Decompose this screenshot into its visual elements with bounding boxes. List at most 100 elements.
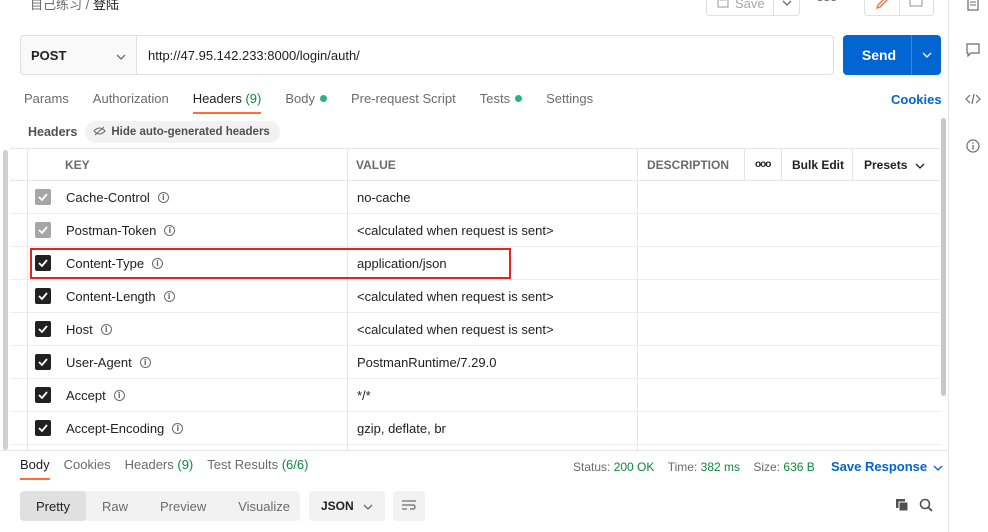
table-header: KEY VALUE DESCRIPTION ooo Bulk Edit Pres… — [10, 148, 940, 181]
format-raw[interactable]: Raw — [86, 491, 144, 521]
header-key-cell[interactable]: Accept-Encoding i — [66, 412, 184, 444]
row-checkbox[interactable] — [35, 222, 51, 238]
tab-response-headers[interactable]: Headers (9) — [125, 452, 194, 480]
row-checkbox[interactable] — [35, 420, 51, 436]
header-value[interactable]: no-cache — [357, 181, 410, 213]
header-key-cell[interactable]: User-Agent i — [66, 346, 151, 378]
save-dropdown-chevron-icon[interactable] — [773, 0, 799, 15]
url-input[interactable]: http://47.95.142.233:8000/login/auth/ — [137, 36, 833, 74]
header-value[interactable]: <calculated when request is sent> — [357, 313, 554, 345]
status-value[interactable]: 200 OK — [614, 460, 655, 474]
presets-dropdown[interactable]: Presets — [864, 149, 925, 180]
tab-settings[interactable]: Settings — [546, 86, 593, 114]
info-icon[interactable]: i — [139, 356, 151, 368]
headers-table: KEY VALUE DESCRIPTION ooo Bulk Edit Pres… — [10, 148, 940, 450]
table-row[interactable]: Postman-Token i <calculated when request i… — [10, 214, 940, 247]
table-row[interactable]: Content-Length i <calculated when request … — [10, 280, 940, 313]
chevron-down-icon — [933, 459, 943, 474]
scrollbar[interactable] — [941, 118, 946, 396]
pencil-icon[interactable] — [865, 0, 900, 15]
size-value[interactable]: 636 B — [783, 460, 814, 474]
hide-auto-generated-label: Hide auto-generated headers — [111, 126, 270, 138]
save-button[interactable]: Save — [706, 0, 800, 16]
header-key: User-Agent — [66, 354, 132, 370]
search-icon[interactable] — [919, 498, 933, 515]
row-checkbox[interactable] — [35, 354, 51, 370]
column-more-icon[interactable]: ooo — [755, 149, 771, 180]
header-key-cell[interactable]: Content-Length i — [66, 280, 175, 312]
comments-icon[interactable] — [965, 42, 981, 58]
send-button[interactable]: Send — [843, 35, 941, 75]
table-row[interactable]: Cache-Control i no-cache — [10, 181, 940, 214]
tab-response-body[interactable]: Body — [20, 452, 50, 480]
tab-test-results-label: Test Results — [207, 457, 279, 472]
wrap-lines-button[interactable] — [393, 491, 425, 521]
table-row[interactable]: Accept i */* — [10, 379, 940, 412]
cookies-link[interactable]: Cookies — [891, 92, 942, 107]
info-icon[interactable]: i — [100, 323, 112, 335]
tab-params[interactable]: Params — [24, 86, 69, 114]
info-icon[interactable] — [965, 138, 981, 154]
format-preview[interactable]: Preview — [144, 491, 222, 521]
tab-authorization-label: Authorization — [92, 91, 169, 106]
row-checkbox[interactable] — [35, 288, 51, 304]
tab-response-headers-count: (9) — [177, 457, 194, 472]
header-value[interactable]: <calculated when request is sent> — [357, 280, 554, 312]
right-sidebar — [948, 0, 988, 532]
tab-response-cookies[interactable]: Cookies — [64, 452, 111, 480]
bulk-edit-button[interactable]: Bulk Edit — [792, 149, 844, 180]
header-key-cell[interactable]: Cache-Control i — [66, 181, 169, 213]
table-row[interactable]: User-Agent i PostmanRuntime/7.29.0 — [10, 346, 940, 379]
breadcrumb-parent[interactable]: 自己练习 — [30, 0, 82, 12]
left-scrollbar[interactable] — [3, 150, 8, 450]
check-icon — [38, 325, 48, 333]
row-checkbox[interactable] — [35, 387, 51, 403]
send-dropdown-chevron-icon[interactable] — [911, 35, 941, 75]
save-response-button[interactable]: Save Response — [831, 459, 943, 474]
info-icon[interactable]: i — [157, 191, 169, 203]
language-select[interactable]: JSON — [309, 491, 385, 521]
tab-params-label: Params — [24, 91, 69, 106]
table-row[interactable]: Host i <calculated when request is sent> — [10, 313, 940, 346]
info-icon[interactable]: i — [113, 389, 125, 401]
tab-test-results[interactable]: Test Results (6/6) — [207, 452, 308, 480]
request-tabs: Params Authorization Headers (9) Body Pr… — [24, 86, 617, 114]
header-value[interactable]: */* — [357, 379, 371, 411]
tab-pre-request-label: Pre-request Script — [350, 91, 456, 106]
info-icon[interactable]: i — [172, 422, 184, 434]
breadcrumb-separator: / — [85, 0, 90, 12]
header-value[interactable]: <calculated when request is sent> — [357, 214, 554, 246]
time-value[interactable]: 382 ms — [701, 460, 740, 474]
header-value[interactable]: PostmanRuntime/7.29.0 — [357, 346, 496, 378]
method-select[interactable]: POST — [21, 36, 137, 74]
tab-tests[interactable]: Tests — [479, 86, 523, 114]
check-icon — [38, 193, 48, 201]
tab-tests-label: Tests — [479, 91, 511, 106]
chevron-down-icon — [363, 499, 373, 513]
row-checkbox[interactable] — [35, 321, 51, 337]
presets-label: Presets — [864, 157, 908, 172]
tab-body[interactable]: Body — [285, 86, 327, 114]
header-key-cell[interactable]: Accept i — [66, 379, 125, 411]
format-visualize[interactable]: Visualize — [222, 491, 306, 521]
row-checkbox[interactable] — [35, 189, 51, 205]
info-icon[interactable]: i — [164, 224, 176, 236]
edit-view-toggle[interactable] — [864, 0, 934, 16]
tab-headers[interactable]: Headers (9) — [192, 86, 261, 114]
documentation-icon[interactable] — [965, 0, 981, 12]
hide-auto-generated-button[interactable]: Hide auto-generated headers — [85, 121, 280, 143]
tab-pre-request-script[interactable]: Pre-request Script — [351, 86, 456, 114]
comment-icon[interactable] — [900, 0, 934, 15]
header-key-cell[interactable]: Postman-Token i — [66, 214, 176, 246]
table-row[interactable]: Accept-Encoding i gzip, deflate, br — [10, 412, 940, 445]
copy-icon[interactable] — [895, 498, 909, 515]
code-icon[interactable] — [965, 91, 981, 107]
format-pretty[interactable]: Pretty — [20, 491, 86, 521]
response-tabs: Body Cookies Headers (9) Test Results (6… — [20, 452, 322, 480]
more-options-icon[interactable]: ooo — [816, 0, 837, 4]
header-key-cell[interactable]: Host i — [66, 313, 112, 345]
column-value: VALUE — [356, 157, 396, 172]
header-value[interactable]: gzip, deflate, br — [357, 412, 446, 444]
info-icon[interactable]: i — [163, 290, 175, 302]
tab-authorization[interactable]: Authorization — [93, 86, 169, 114]
